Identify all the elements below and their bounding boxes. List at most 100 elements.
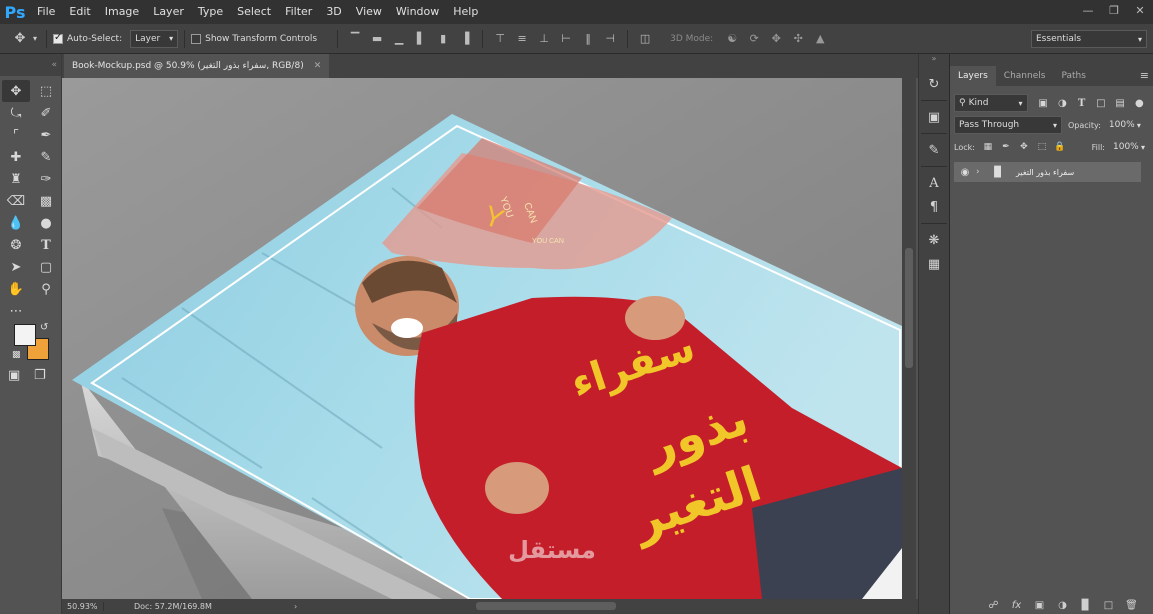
close-icon[interactable]: ✕ [314,61,322,71]
eyedropper-tool-icon[interactable]: ✒ [32,124,60,146]
align-left-edges-icon[interactable]: ▌ [410,32,432,45]
align-horizontal-centers-icon[interactable]: ▮ [432,32,454,45]
tab-layers[interactable]: Layers [950,66,996,86]
roll-3d-icon[interactable]: ⟳ [743,32,765,45]
3d-panel-icon[interactable]: ▣ [919,105,949,129]
swatches-panel-icon[interactable]: ❋ [919,228,949,252]
eye-icon[interactable]: ◉ [954,167,976,178]
status-menu-chevron-icon[interactable]: › [294,602,297,611]
history-brush-tool-icon[interactable]: ✑ [32,168,60,190]
filter-toggle-icon[interactable]: ● [1130,98,1149,109]
menu-image[interactable]: Image [98,0,146,24]
delete-layer-icon[interactable]: 🗑 [1120,600,1143,611]
healing-brush-tool-icon[interactable]: ✚ [2,146,30,168]
tools-panel-header[interactable]: « [0,54,61,76]
distribute-top-icon[interactable]: ⊤ [489,32,511,45]
properties-panel-icon[interactable]: ✎ [919,138,949,162]
path-selection-tool-icon[interactable]: ➤ [2,256,30,278]
lock-transparent-icon[interactable]: ▦ [979,142,997,152]
layer-row[interactable]: ◉ › ▉ سفراء بذور التغير [954,162,1141,182]
add-mask-icon[interactable]: ▣ [1028,600,1051,611]
menu-filter[interactable]: Filter [278,0,319,24]
distribute-vertical-icon[interactable]: ≡ [511,32,533,45]
gradient-tool-icon[interactable]: ▩ [32,190,60,212]
distribute-left-icon[interactable]: ⊢ [555,32,577,45]
lock-image-icon[interactable]: ✒ [997,142,1015,152]
layer-name[interactable]: سفراء بذور التغير [1016,168,1074,177]
move-tool-icon[interactable]: ✥ [2,80,30,102]
lock-position-icon[interactable]: ✥ [1015,142,1033,152]
align-right-edges-icon[interactable]: ▐ [454,32,476,45]
filter-smart-object-icon[interactable]: ▤ [1111,98,1130,109]
new-adjustment-layer-icon[interactable]: ◑ [1051,600,1074,611]
menu-type[interactable]: Type [191,0,230,24]
opacity-input[interactable]: 100% ▾ [1105,116,1145,134]
filter-pixel-icon[interactable]: ▣ [1034,98,1053,109]
show-transform-checkbox[interactable] [191,33,202,44]
screen-mode-icon[interactable]: ❐ [34,368,46,383]
restore-icon[interactable]: ❐ [1101,0,1127,20]
new-layer-icon[interactable]: □ [1097,600,1120,611]
close-icon[interactable]: ✕ [1127,0,1153,20]
dock-collapse-icon[interactable]: » [919,54,949,64]
distribute-bottom-icon[interactable]: ⊥ [533,32,555,45]
menu-edit[interactable]: Edit [62,0,97,24]
zoom-tool-icon[interactable]: ⚲ [32,278,60,300]
new-group-icon[interactable]: ▉ [1074,600,1097,611]
chevron-right-icon[interactable]: › [976,167,988,177]
filter-kind-select[interactable]: ⚲ Kind ▾ [954,94,1028,112]
distribute-right-icon[interactable]: ⊣ [599,32,621,45]
paragraph-panel-icon[interactable]: ¶ [919,195,949,219]
align-top-edges-icon[interactable]: ▔ [344,32,366,45]
clone-stamp-tool-icon[interactable]: ♜ [2,168,30,190]
tab-paths[interactable]: Paths [1053,66,1093,86]
blur-tool-icon[interactable]: 💧 [2,212,30,234]
fill-input[interactable]: 100% ▾ [1109,138,1149,156]
blend-mode-select[interactable]: Pass Through ▾ [954,116,1062,134]
auto-align-layers-icon[interactable]: ◫ [634,32,656,45]
distribute-horizontal-icon[interactable]: ‖ [577,32,599,45]
menu-layer[interactable]: Layer [146,0,191,24]
eraser-tool-icon[interactable]: ⌫ [2,190,30,212]
move-tool-preset-icon[interactable]: ✥ [10,31,30,46]
workspace-select[interactable]: Essentials ▾ [1031,30,1147,48]
tab-channels[interactable]: Channels [996,66,1054,86]
align-vertical-centers-icon[interactable]: ▬ [366,32,388,45]
hand-tool-icon[interactable]: ✋ [2,278,30,300]
panel-menu-icon[interactable]: ≡ [1140,66,1149,86]
quick-mask-icon[interactable]: ▣ [8,368,20,383]
filter-type-icon[interactable]: T [1072,98,1091,109]
lasso-tool-icon[interactable]: ⤿ [2,102,30,124]
drag-3d-icon[interactable]: ✥ [765,32,787,45]
menu-window[interactable]: Window [389,0,446,24]
type-tool-icon[interactable]: T [32,234,60,256]
orbit-3d-icon[interactable]: ☯ [721,32,743,45]
vertical-scrollbar[interactable] [902,78,916,599]
link-layers-icon[interactable]: ☍ [982,600,1005,611]
character-panel-icon[interactable]: A [919,171,949,195]
menu-select[interactable]: Select [230,0,278,24]
quick-selection-tool-icon[interactable]: ✐ [32,102,60,124]
layer-style-icon[interactable]: fx [1005,600,1028,611]
auto-select-target-select[interactable]: Layer ▾ [130,29,179,48]
minimize-icon[interactable]: — [1075,0,1101,20]
document-tab[interactable]: Book-Mockup.psd @ 50.9% (سفراء بذور التغ… [64,54,330,78]
crop-tool-icon[interactable]: ⌜ [2,124,30,146]
horizontal-scrollbar-thumb[interactable] [476,602,616,610]
align-bottom-edges-icon[interactable]: ▁ [388,32,410,45]
rectangle-tool-icon[interactable]: ▢ [32,256,60,278]
swap-colors-icon[interactable]: ↺ [40,322,48,333]
vertical-scrollbar-thumb[interactable] [905,248,913,368]
menu-help[interactable]: Help [446,0,485,24]
dodge-tool-icon[interactable]: ● [32,212,60,234]
scale-3d-icon[interactable]: ▲ [809,32,831,45]
chevron-down-icon[interactable]: ▾ [30,34,40,43]
menu-file[interactable]: File [30,0,62,24]
filter-adjustment-icon[interactable]: ◑ [1053,98,1072,109]
default-colors-icon[interactable]: ▩ [12,350,21,360]
rectangular-marquee-tool-icon[interactable]: ⬚ [32,80,60,102]
lock-artboard-icon[interactable]: ⬚ [1033,142,1051,152]
brush-tool-icon[interactable]: ✎ [32,146,60,168]
lock-all-icon[interactable]: 🔒 [1051,142,1069,152]
menu-view[interactable]: View [349,0,389,24]
